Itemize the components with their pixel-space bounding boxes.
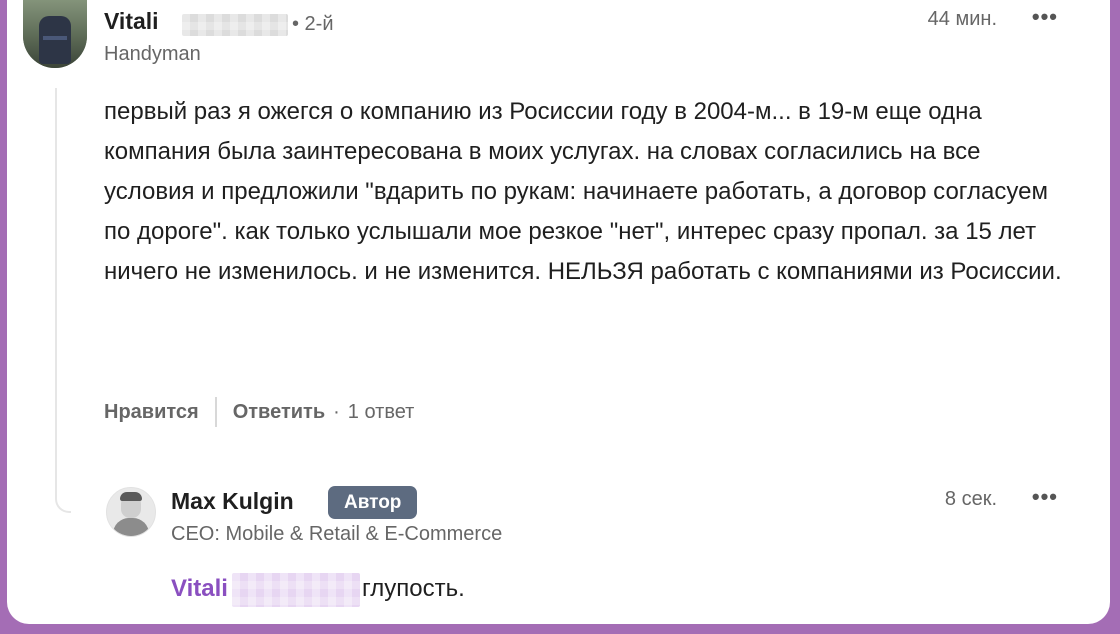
actions-dot: ·: [333, 400, 340, 423]
comment-author-name[interactable]: Vitali: [104, 8, 159, 35]
reply-body: глупость.: [362, 575, 465, 602]
avatar-figure-hair: [120, 492, 142, 501]
reply-button[interactable]: Ответить: [233, 401, 325, 424]
redacted-mention-surname: [232, 573, 360, 607]
avatar-figure: [39, 16, 71, 64]
avatar-figure: [113, 518, 149, 536]
more-options-icon[interactable]: •••: [1032, 484, 1058, 510]
comment-timestamp: 44 мин.: [927, 8, 997, 30]
connection-degree: • 2-й: [292, 13, 334, 35]
comment-author-headline: Handyman: [104, 43, 201, 65]
actions-divider: [214, 397, 217, 427]
reply-avatar[interactable]: [106, 487, 156, 537]
redacted-surname: [182, 14, 288, 36]
comment-body: первый раз я ожегся о компанию из Росисс…: [104, 98, 1062, 285]
avatar-figure-detail: [43, 36, 67, 40]
comment-actions: Нравится Ответить · 1 ответ: [104, 397, 414, 427]
replies-count-link[interactable]: 1 ответ: [348, 401, 415, 424]
thread-line: [55, 88, 71, 513]
author-badge: Автор: [328, 486, 418, 519]
reply-author-name[interactable]: Max Kulgin: [171, 488, 294, 515]
more-options-icon[interactable]: •••: [1032, 4, 1058, 30]
mention-link[interactable]: Vitali: [171, 575, 228, 603]
reply-author-headline: CEO: Mobile & Retail & E-Commerce: [171, 523, 503, 545]
comment-thread: Vitali • 2-й Handyman 44 мин. ••• первый…: [7, 0, 1110, 624]
reply-timestamp: 8 сек.: [944, 488, 997, 510]
like-button[interactable]: Нравится: [104, 401, 199, 424]
avatar[interactable]: [23, 0, 87, 68]
